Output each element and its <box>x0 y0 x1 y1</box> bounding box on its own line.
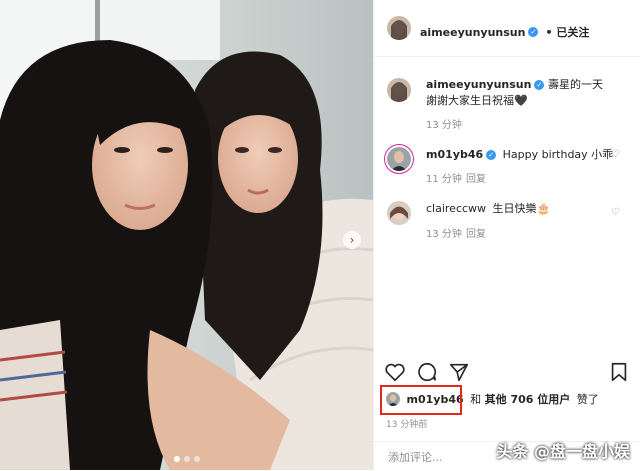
verified-icon: ✓ <box>486 150 497 160</box>
comment-time[interactable]: 13 分钟 <box>426 225 462 240</box>
post-timestamp[interactable]: 13 分钟前 <box>386 417 427 430</box>
photo-image <box>0 0 373 470</box>
next-photo-button[interactable]: › <box>343 231 361 249</box>
caption-username[interactable]: aimeeyunyunsun <box>426 78 531 91</box>
comment-username[interactable]: claireccww <box>426 202 486 215</box>
caption-time[interactable]: 13 分钟 <box>426 116 462 131</box>
likes-suffix: 赞了 <box>576 393 599 406</box>
save-bookmark-icon[interactable] <box>608 361 630 383</box>
comment-username[interactable]: m01yb46 <box>426 148 483 161</box>
verified-icon: ✓ <box>534 80 545 90</box>
post-actions <box>374 355 640 385</box>
comment-reply-button[interactable]: 回复 <box>466 170 486 185</box>
author-avatar[interactable] <box>387 16 411 40</box>
carousel-dot <box>193 456 200 462</box>
comment-text: Happy birthday 小乖 <box>502 148 614 161</box>
likes-others[interactable]: 其他 706 位用户 <box>485 393 571 406</box>
carousel-dot <box>183 456 190 462</box>
caption-avatar[interactable] <box>387 78 411 102</box>
comment-item: m01yb46 ✓ Happy birthday 小乖 <box>426 146 613 162</box>
comment-like-icon[interactable]: ♡ <box>611 208 621 218</box>
watermark-text: 头条 @盘一盘小娱 <box>496 442 630 461</box>
carousel-dots <box>0 456 373 462</box>
comment-like-icon[interactable]: ♡ <box>611 150 621 160</box>
post-header: aimeeyunyunsun ✓ • 已关注 <box>374 0 640 57</box>
comment-item: claireccww 生日快樂🎂 <box>426 200 550 216</box>
like-heart-icon[interactable] <box>384 361 406 383</box>
comment-text: 生日快樂🎂 <box>492 202 551 215</box>
comment-bubble-icon[interactable] <box>416 361 438 383</box>
verified-icon: ✓ <box>528 26 539 37</box>
caption: aimeeyunyunsun ✓ 壽星的一天 謝謝大家生日祝福🖤 <box>426 77 626 109</box>
comment-time[interactable]: 11 分钟 <box>426 170 462 185</box>
carousel-dot <box>173 456 180 462</box>
author-username[interactable]: aimeeyunyunsun <box>420 26 525 39</box>
comment-avatar[interactable] <box>387 201 411 225</box>
post-photo[interactable]: › <box>0 0 373 470</box>
comment-reply-button[interactable]: 回复 <box>466 225 486 240</box>
share-plane-icon[interactable] <box>448 361 470 383</box>
follow-status[interactable]: • 已关注 <box>546 26 590 39</box>
comment-avatar[interactable] <box>387 147 411 171</box>
likes-and: 和 <box>470 393 482 406</box>
highlight-box <box>380 385 462 415</box>
